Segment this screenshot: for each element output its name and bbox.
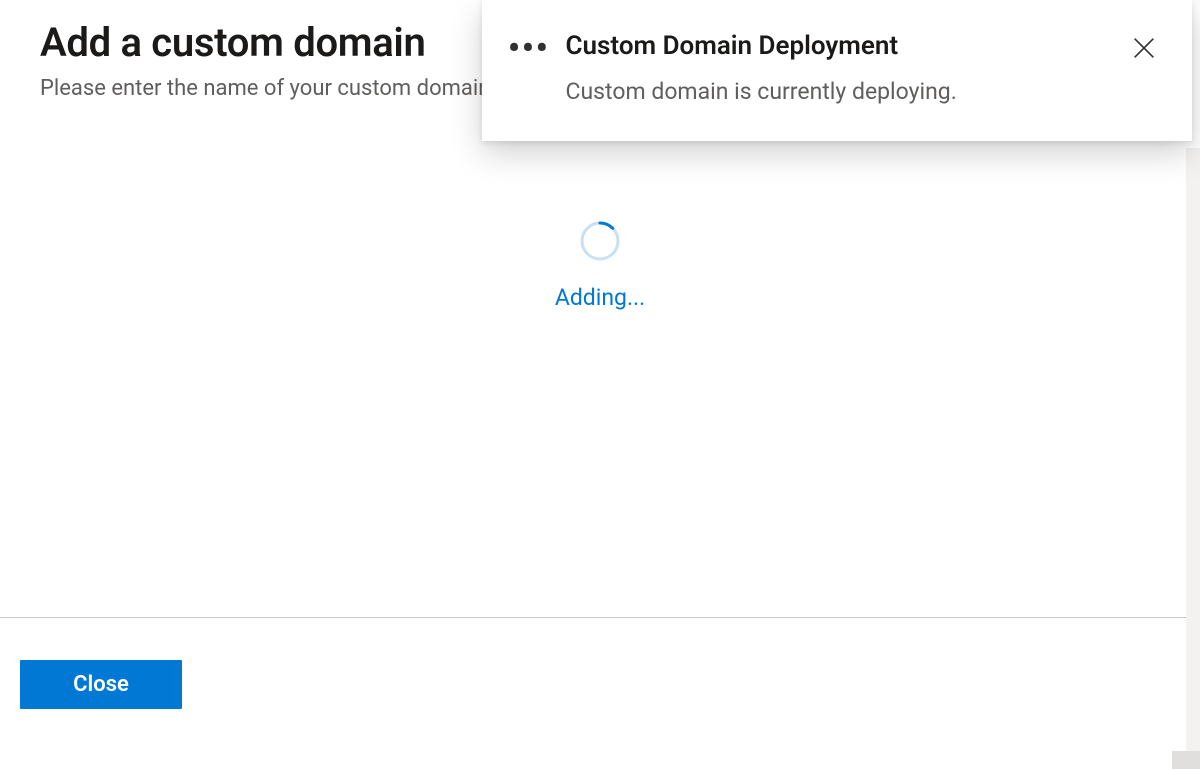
notification-close-button[interactable] [1122,26,1166,70]
scrollbar-corner [1172,751,1200,769]
close-button[interactable]: Close [20,660,182,709]
loading-area: Adding... [0,220,1200,311]
loading-spinner-icon [579,220,621,262]
progress-ellipsis-icon: ••• [508,30,550,64]
loading-status-text: Adding... [555,284,645,311]
deployment-notification-toast: ••• Custom Domain Deployment Custom doma… [482,0,1192,141]
panel-footer: Close [0,617,1200,769]
close-icon [1130,34,1158,62]
notification-title: Custom Domain Deployment [566,30,1106,64]
scrollbar-track[interactable] [1186,148,1200,769]
notification-message: Custom domain is currently deploying. [566,78,1106,105]
notification-body: Custom Domain Deployment Custom domain i… [566,30,1106,105]
